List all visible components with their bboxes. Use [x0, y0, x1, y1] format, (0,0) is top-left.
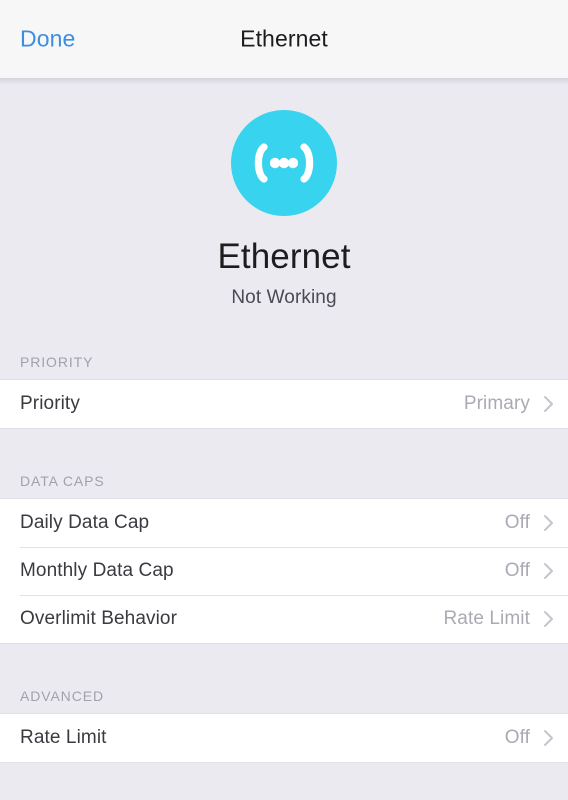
settings-group-priority: Priority Primary	[0, 378, 568, 429]
page-title: Ethernet	[240, 25, 328, 52]
section-header-advanced: ADVANCED	[20, 687, 104, 704]
ethernet-broadcast-icon	[231, 110, 337, 216]
row-overlimit-behavior[interactable]: Overlimit Behavior Rate Limit	[0, 594, 568, 643]
section-advanced: ADVANCED Rate Limit Off	[0, 688, 568, 763]
device-name: Ethernet	[217, 237, 351, 276]
section-header-priority: PRIORITY	[20, 353, 94, 370]
row-priority[interactable]: Priority Primary	[0, 379, 568, 428]
chevron-right-icon	[542, 728, 554, 748]
section-header-data-caps: DATA CAPS	[20, 472, 105, 489]
row-value: Off	[504, 559, 530, 581]
section-data-caps: DATA CAPS Daily Data Cap Off Monthly Dat…	[0, 473, 568, 644]
row-daily-data-cap[interactable]: Daily Data Cap Off	[0, 498, 568, 547]
device-status: Not Working	[231, 286, 337, 308]
row-value: Off	[504, 511, 530, 533]
device-hero: Ethernet Not Working	[0, 78, 568, 309]
row-label: Priority	[20, 392, 80, 414]
chevron-right-icon	[542, 561, 554, 581]
ethernet-settings-screen: Done Ethernet Ethernet Not Working PRIOR…	[0, 0, 568, 800]
row-value: Off	[504, 726, 530, 748]
chevron-right-icon	[542, 609, 554, 629]
settings-scroll-area[interactable]: Ethernet Not Working PRIORITY Priority P…	[0, 78, 568, 800]
row-label: Monthly Data Cap	[20, 559, 174, 581]
section-priority: PRIORITY Priority Primary	[0, 354, 568, 429]
row-rate-limit[interactable]: Rate Limit Off	[0, 713, 568, 762]
row-label: Daily Data Cap	[20, 511, 150, 533]
row-label: Overlimit Behavior	[20, 607, 178, 629]
settings-group-data-caps: Daily Data Cap Off Monthly Data Cap Off	[0, 497, 568, 644]
row-value: Primary	[463, 392, 530, 414]
row-value: Rate Limit	[443, 607, 530, 629]
row-label: Rate Limit	[20, 726, 107, 748]
chevron-right-icon	[542, 513, 554, 533]
chevron-right-icon	[542, 394, 554, 414]
navigation-bar: Done Ethernet	[0, 0, 568, 85]
row-monthly-data-cap[interactable]: Monthly Data Cap Off	[0, 546, 568, 595]
settings-group-advanced: Rate Limit Off	[0, 712, 568, 763]
